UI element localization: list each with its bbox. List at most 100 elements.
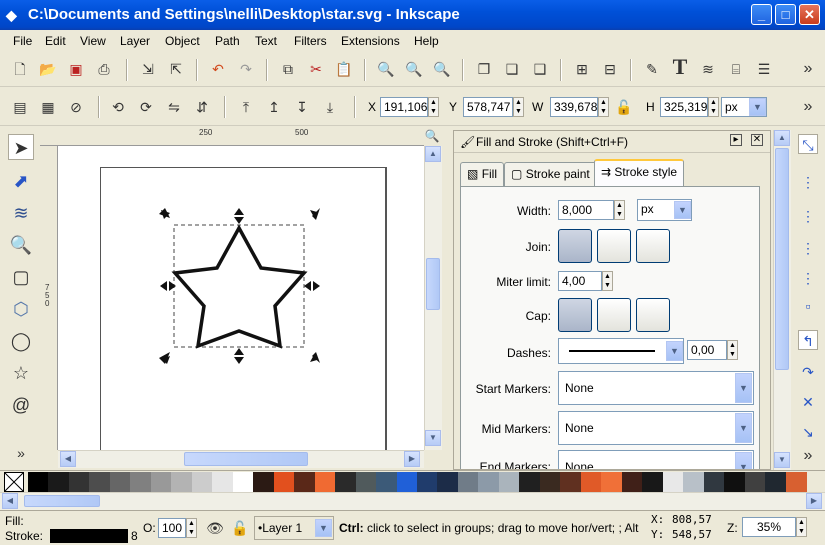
palette-swatch[interactable] <box>457 472 479 492</box>
star-tool-icon[interactable]: ☆ <box>8 360 34 386</box>
palette-swatch[interactable] <box>253 472 275 492</box>
stroke-color-indicator[interactable] <box>50 529 128 543</box>
menu-extensions[interactable]: Extensions <box>341 34 400 48</box>
palette-swatch[interactable] <box>89 472 111 492</box>
dialog-vertical-scrollbar[interactable]: ▲ ▼ <box>773 130 791 470</box>
scroll-down-icon[interactable]: ▼ <box>774 452 790 468</box>
spiral-tool-icon[interactable]: @ <box>8 392 34 418</box>
bevel-join-icon[interactable] <box>636 229 670 263</box>
end-markers-select[interactable]: None ▼ <box>558 450 754 469</box>
open-file-icon[interactable]: 📂 <box>38 59 58 79</box>
scroll-right-icon[interactable]: ▶ <box>806 493 822 509</box>
cut-icon[interactable]: ✂ <box>306 59 326 79</box>
palette-swatch[interactable] <box>232 472 254 492</box>
3d-box-tool-icon[interactable]: ⬡ <box>8 296 34 322</box>
opacity-field[interactable]: 100 <box>158 518 186 538</box>
miter-join-icon[interactable] <box>558 229 592 263</box>
chevron-down-icon[interactable]: ▼ <box>749 98 766 116</box>
chevron-down-icon[interactable]: ▼ <box>666 341 683 361</box>
miter-limit-field[interactable]: 4,00 <box>558 271 602 291</box>
chevron-down-icon[interactable]: ▼ <box>674 201 691 219</box>
lock-layer-icon[interactable]: 🔓 <box>230 518 250 538</box>
raise-icon[interactable]: ↥ <box>264 97 284 117</box>
no-paint-swatch[interactable] <box>4 472 24 492</box>
palette-swatch[interactable] <box>355 472 377 492</box>
copy-icon[interactable]: ⧉ <box>278 59 298 79</box>
x-field[interactable]: 191,106 <box>380 97 428 117</box>
layers-icon[interactable]: ≋ <box>698 59 718 79</box>
snap-bbox-corner-icon[interactable]: ⋮ <box>798 238 818 258</box>
menu-layer[interactable]: Layer <box>120 34 150 48</box>
tab-fill[interactable]: ▧ Fill <box>460 162 505 186</box>
w-field[interactable]: 339,678 <box>550 97 598 117</box>
menu-view[interactable]: View <box>80 34 106 48</box>
chevron-down-icon[interactable]: ▼ <box>735 413 752 443</box>
snap-bbox-edge-icon[interactable]: ⋮ <box>798 206 818 226</box>
y-field[interactable]: 578,747 <box>463 97 513 117</box>
minimize-button[interactable]: _ <box>751 4 772 25</box>
snap-bbox-midpoint-icon[interactable]: ⋮ <box>798 268 818 288</box>
snap-bbox-icon[interactable]: ⋮ <box>798 172 818 192</box>
menu-edit[interactable]: Edit <box>45 34 66 48</box>
save-icon[interactable]: ▣ <box>66 59 86 79</box>
palette-swatch[interactable] <box>130 472 152 492</box>
palette-swatch[interactable] <box>28 472 49 492</box>
toolbar-overflow-icon[interactable]: » <box>798 97 818 117</box>
opacity-spinner[interactable]: ▲ ▼ <box>186 518 197 538</box>
scroll-thumb[interactable] <box>184 452 308 466</box>
palette-swatch[interactable] <box>335 472 357 492</box>
deselect-icon[interactable]: ⊘ <box>66 97 86 117</box>
scroll-right-icon[interactable]: ▶ <box>404 451 420 467</box>
unlink-clone-icon[interactable]: ❑ <box>530 59 550 79</box>
palette-swatch[interactable] <box>765 472 787 492</box>
ellipse-tool-icon[interactable]: ◯ <box>8 328 34 354</box>
square-cap-icon[interactable] <box>636 298 670 332</box>
rotate-ccw-icon[interactable]: ⟲ <box>108 97 128 117</box>
scroll-up-icon[interactable]: ▲ <box>425 146 441 162</box>
palette-swatch[interactable] <box>294 472 316 492</box>
snapbar-overflow-icon[interactable]: » <box>798 446 818 466</box>
star-shape[interactable] <box>171 224 308 349</box>
zoom-field[interactable]: 35% <box>742 517 796 537</box>
width-field[interactable]: 8,000 <box>558 200 614 220</box>
import-icon[interactable]: ⇲ <box>138 59 158 79</box>
scroll-thumb[interactable] <box>24 495 100 507</box>
round-cap-icon[interactable] <box>597 298 631 332</box>
palette-swatch[interactable] <box>560 472 582 492</box>
palette-swatch[interactable] <box>621 472 643 492</box>
chevron-down-icon[interactable]: ▼ <box>315 519 332 537</box>
paste-icon[interactable]: 📋 <box>334 59 354 79</box>
palette-swatch[interactable] <box>785 472 807 492</box>
select-all-layers-icon[interactable]: ▦ <box>38 97 58 117</box>
zoom-drawing-icon[interactable]: 🔍 <box>404 59 424 79</box>
lock-ratio-icon[interactable]: 🔓 <box>614 97 634 117</box>
align-distribute-icon[interactable]: ☰ <box>754 59 774 79</box>
dialog-close-icon[interactable]: ✕ <box>751 134 763 146</box>
palette-swatch[interactable] <box>417 472 438 492</box>
scroll-thumb[interactable] <box>426 258 440 310</box>
zoom-corner-icon[interactable]: 🔍 <box>424 128 440 144</box>
lower-icon[interactable]: ↧ <box>292 97 312 117</box>
palette-swatch[interactable] <box>48 472 70 492</box>
dialog-collapse-icon[interactable]: ▸ <box>730 134 742 146</box>
toolbox-overflow-icon[interactable]: » <box>8 440 34 466</box>
zoom-selection-icon[interactable]: 🔍 <box>376 59 396 79</box>
palette-swatch[interactable] <box>376 472 398 492</box>
menu-path[interactable]: Path <box>215 34 240 48</box>
toolbar-overflow-icon[interactable]: » <box>798 59 818 79</box>
snap-nodes-icon[interactable]: ↰ <box>798 330 818 350</box>
scroll-left-icon[interactable]: ◀ <box>2 493 18 509</box>
menu-object[interactable]: Object <box>165 34 200 48</box>
group-icon[interactable]: ⊞ <box>572 59 592 79</box>
palette-swatch[interactable] <box>498 472 520 492</box>
text-font-icon[interactable]: T <box>670 56 690 78</box>
zoom-page-icon[interactable]: 🔍 <box>432 59 452 79</box>
palette-swatch[interactable] <box>437 472 459 492</box>
maximize-button[interactable]: □ <box>775 4 796 25</box>
scroll-thumb[interactable] <box>775 148 789 370</box>
flip-horizontal-icon[interactable]: ⇋ <box>164 97 184 117</box>
menu-text[interactable]: Text <box>255 34 277 48</box>
dash-pattern-select[interactable]: ▼ <box>558 338 684 364</box>
new-document-icon[interactable]: 🗋 <box>10 59 30 79</box>
x-spinner[interactable]: ▲ ▼ <box>428 97 439 117</box>
